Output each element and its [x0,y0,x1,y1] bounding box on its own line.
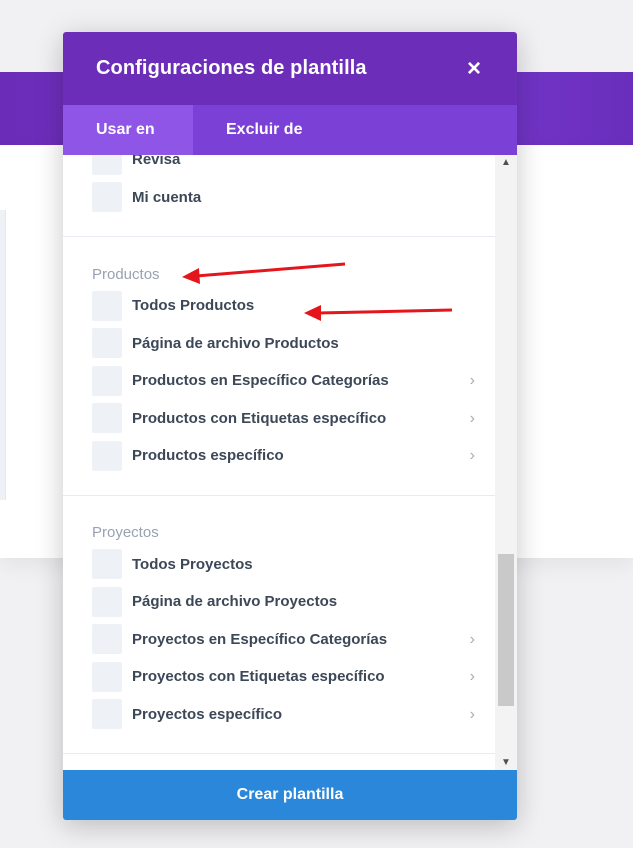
section-title-projects: Proyectos [92,524,159,541]
section-products: Productos Todos Productos Página de arch… [63,237,495,496]
list-item[interactable]: Todos Productos [92,287,495,325]
list-item[interactable]: Página de archivo Proyectos [92,583,495,621]
list-item[interactable]: Proyectos en Específico Categorías › [92,621,495,659]
checkbox[interactable] [92,328,122,359]
item-label: Revisa [132,155,181,169]
section-projects: Proyectos Todos Proyectos Página de arch… [63,496,495,754]
create-template-button[interactable]: Crear plantilla [63,770,517,820]
chevron-right-icon[interactable]: › [470,447,475,465]
scrollbar-thumb[interactable] [498,554,514,706]
chevron-right-icon[interactable]: › [470,410,475,428]
item-label: Todos Proyectos [132,555,253,573]
item-label: Página de archivo Productos [132,334,339,352]
list-item[interactable]: Productos específico › [92,437,495,475]
checkbox[interactable] [92,549,122,580]
modal-tabs: Usar en Excluir de [63,105,517,155]
list-item[interactable]: Proyectos con Etiquetas específico › [92,658,495,696]
list-item[interactable]: Todos Proyectos [92,546,495,584]
item-label: Mi cuenta [132,188,202,206]
chevron-right-icon[interactable]: › [470,372,475,390]
checkbox[interactable] [92,290,122,321]
list-item[interactable]: Mi cuenta [92,179,495,217]
item-label: Productos específico [132,447,284,465]
section-pages: Revisa Mi cuenta [63,155,495,237]
modal-content: Revisa Mi cuenta Productos Todos Product… [63,155,517,770]
template-settings-modal: Configuraciones de plantilla × Usar en E… [63,32,517,820]
list-item[interactable]: Proyectos específico › [92,696,495,734]
checkbox[interactable] [92,440,122,471]
modal-header: Configuraciones de plantilla × [63,32,517,105]
item-label: Proyectos específico [132,705,283,723]
chevron-right-icon[interactable]: › [470,631,475,649]
checkbox[interactable] [92,365,122,396]
item-label: Proyectos con Etiquetas específico [132,668,385,686]
list-item[interactable]: Productos en Específico Categorías › [92,362,495,400]
tab-use-on[interactable]: Usar en [63,105,193,155]
background-panel-edge [0,210,6,500]
modal-title: Configuraciones de plantilla [96,57,367,79]
checkbox[interactable] [92,155,122,175]
scroll-up-icon[interactable]: ▲ [501,157,511,168]
list-item[interactable]: Revisa [92,155,495,179]
item-label: Todos Productos [132,297,255,315]
list-item[interactable]: Productos con Etiquetas específico › [92,400,495,438]
section-title-products: Productos [92,265,160,283]
scroll-down-icon[interactable]: ▼ [501,757,511,768]
scrollbar[interactable]: ▲ ▼ [495,155,517,770]
options-list: Revisa Mi cuenta Productos Todos Product… [63,155,495,770]
item-label: Página de archivo Proyectos [132,593,338,611]
checkbox[interactable] [92,661,122,692]
item-label: Productos con Etiquetas específico [132,409,387,427]
checkbox[interactable] [92,586,122,617]
list-item[interactable]: Página de archivo Productos [92,325,495,363]
checkbox[interactable] [92,699,122,730]
chevron-right-icon[interactable]: › [470,668,475,686]
close-icon[interactable]: × [464,55,484,83]
item-label: Proyectos en Específico Categorías [132,630,388,648]
tab-exclude-from[interactable]: Excluir de [193,105,335,155]
checkbox[interactable] [92,624,122,655]
checkbox[interactable] [92,182,122,213]
checkbox[interactable] [92,403,122,434]
item-label: Productos en Específico Categorías [132,372,389,390]
chevron-right-icon[interactable]: › [470,706,475,724]
